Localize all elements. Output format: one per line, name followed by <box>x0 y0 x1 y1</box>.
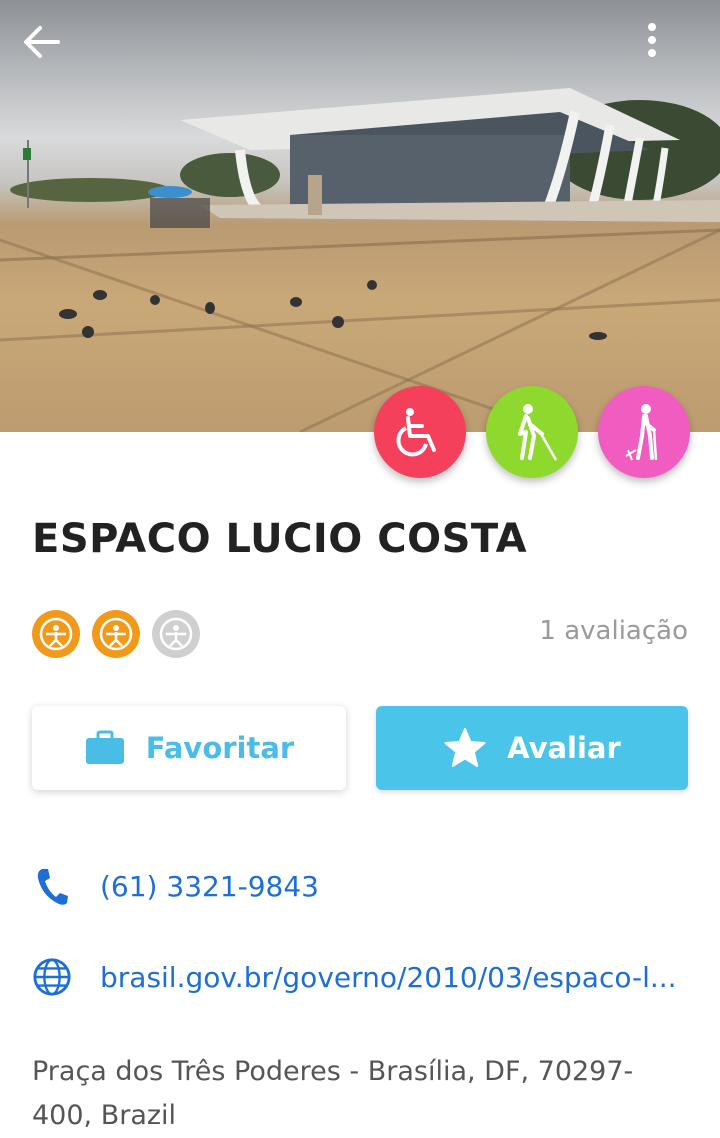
place-photo <box>0 0 720 432</box>
rating-indicator <box>32 610 200 658</box>
rating-icon-filled <box>32 610 80 658</box>
rating-icon-empty <box>152 610 200 658</box>
briefcase-icon <box>85 730 124 764</box>
visual-accessibility-button[interactable] <box>486 386 578 478</box>
website-link[interactable]: brasil.gov.br/governo/2010/03/espaco-l..… <box>100 961 677 994</box>
globe-icon <box>33 958 71 996</box>
more-vertical-icon <box>648 23 656 57</box>
mobility-accessibility-button[interactable] <box>598 386 690 478</box>
wheelchair-icon <box>396 408 436 457</box>
phone-icon <box>37 869 68 905</box>
favorite-label: Favoritar <box>145 731 295 765</box>
overflow-menu-button[interactable] <box>646 22 706 86</box>
website-row[interactable]: brasil.gov.br/governo/2010/03/espaco-l..… <box>32 956 677 998</box>
address-text: Praça dos Três Poderes - Brasília, DF, 7… <box>32 1056 634 1131</box>
rate-label: Avaliar <box>507 731 621 765</box>
favorite-button[interactable]: Favoritar <box>32 706 346 790</box>
arrow-left-icon <box>24 26 60 58</box>
person-with-cane-icon <box>625 404 658 461</box>
phone-number[interactable]: (61) 3321-9843 <box>100 870 319 903</box>
wheelchair-accessibility-button[interactable] <box>374 386 466 478</box>
place-title: ESPACO LUCIO COSTA <box>32 516 528 562</box>
accessibility-rating-icon <box>39 617 73 651</box>
back-button[interactable] <box>22 22 82 86</box>
blind-person-icon <box>518 404 558 461</box>
accessibility-rating-icon <box>99 617 133 651</box>
review-count[interactable]: 1 avaliação <box>539 616 688 646</box>
rating-icon-filled <box>92 610 140 658</box>
accessibility-rating-icon <box>159 617 193 651</box>
phone-row[interactable]: (61) 3321-9843 <box>32 866 319 906</box>
rate-button[interactable]: Avaliar <box>376 706 688 790</box>
star-icon <box>444 728 486 767</box>
